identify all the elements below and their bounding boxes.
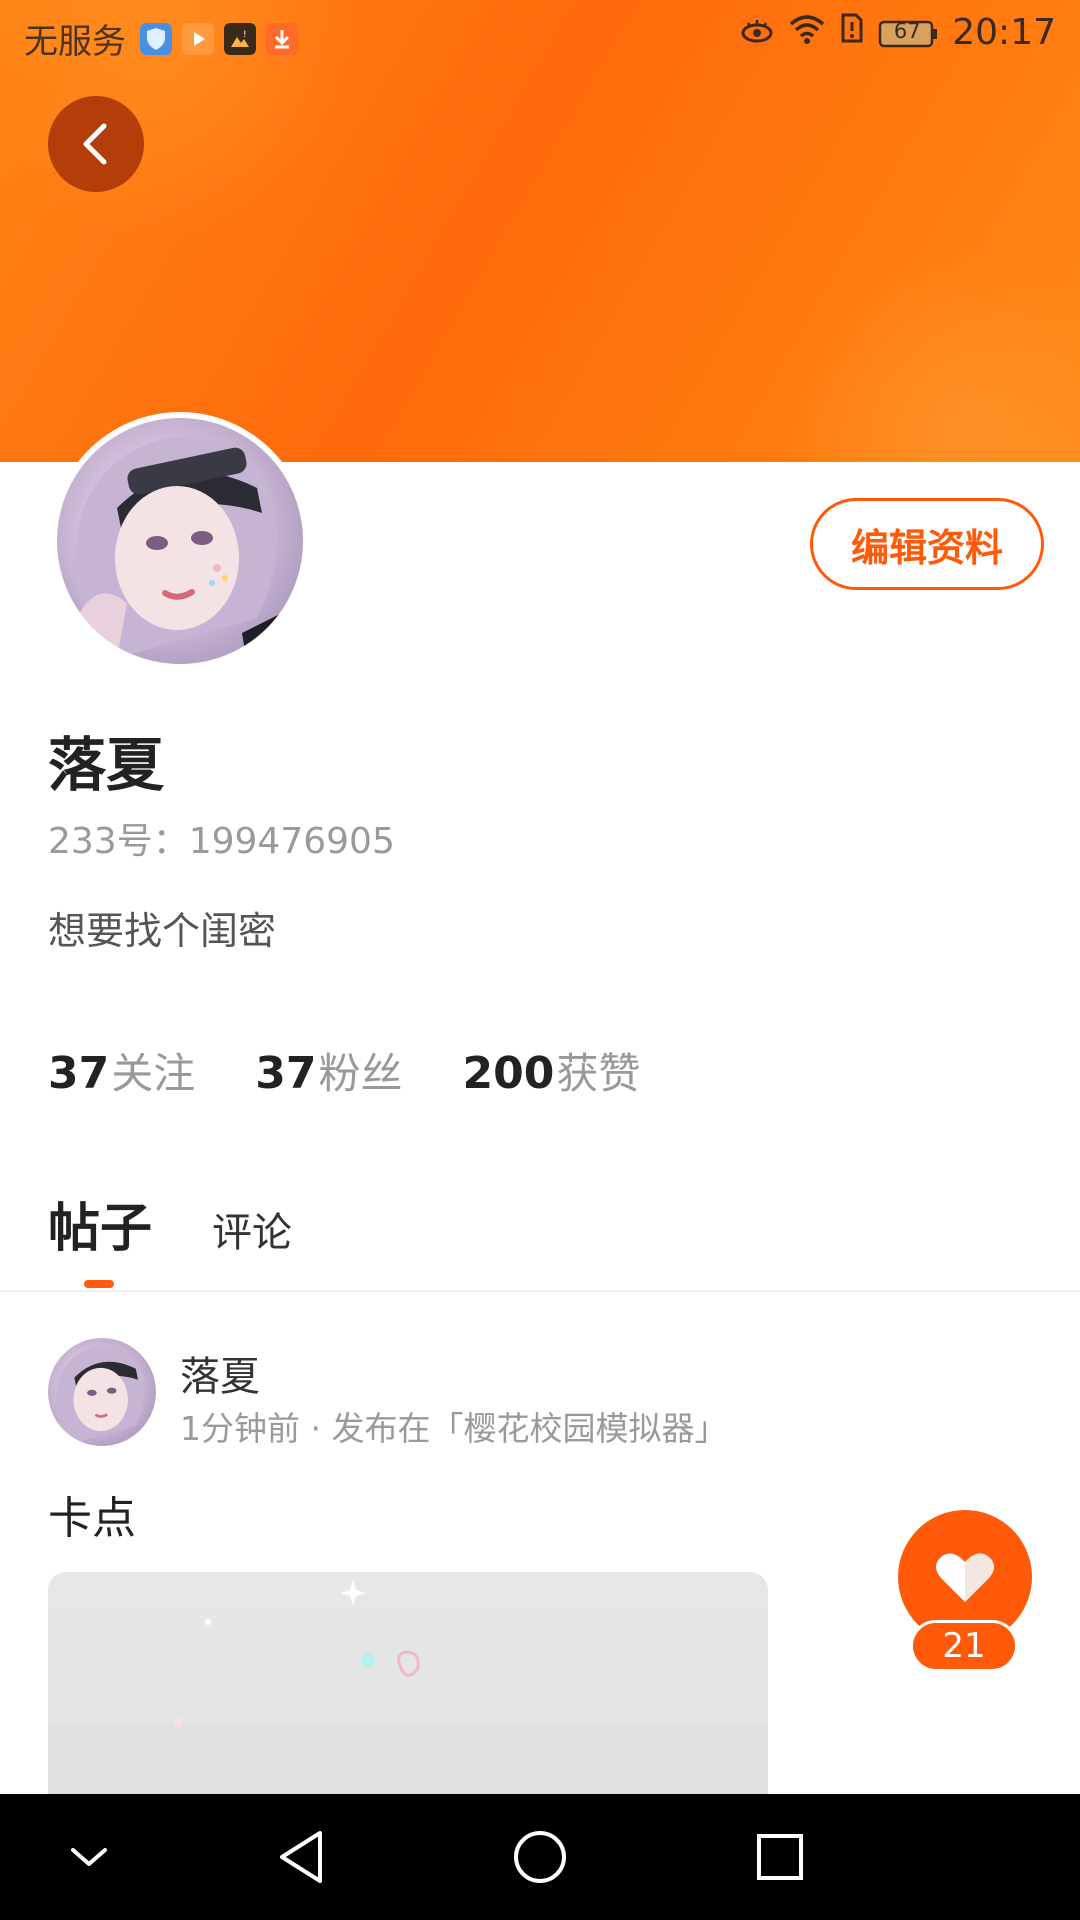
stat-following-count: 37 [48, 1048, 110, 1099]
triangle-back-icon [280, 1831, 322, 1883]
profile-screen: 无服务 ! 67 20:17 编辑资料 落夏 233号：199476905 想要… [0, 0, 1080, 1920]
square-recents-icon [757, 1834, 803, 1880]
stat-likes-count: 200 [462, 1048, 555, 1099]
chevron-down-icon [71, 1848, 107, 1866]
wifi-icon [788, 13, 826, 53]
profile-bio: 想要找个闺密 [48, 909, 277, 953]
battery-level: 67 [893, 18, 921, 43]
stat-followers[interactable]: 37 粉丝 [255, 1040, 402, 1101]
carrier-label: 无服务 [24, 22, 126, 62]
sim-alert-icon [840, 12, 864, 53]
chevron-left-icon [83, 123, 107, 165]
avatar-image [57, 418, 303, 664]
banner-decoration [780, 250, 1080, 462]
back-button[interactable] [48, 96, 144, 192]
security-app-icon [140, 22, 172, 55]
nav-back-button[interactable] [266, 1822, 336, 1892]
stat-following-label: 关注 [111, 1049, 196, 1098]
stat-followers-label: 粉丝 [318, 1049, 403, 1098]
post-author-avatar[interactable] [48, 1338, 156, 1446]
tab-posts[interactable]: 帖子 [48, 1186, 152, 1261]
stat-likes-label: 获赞 [556, 1049, 641, 1098]
nav-home-button[interactable] [505, 1822, 575, 1892]
status-bar: 无服务 ! 67 20:17 [0, 0, 1080, 72]
post-author-name[interactable]: 落夏 [180, 1344, 260, 1402]
divider [0, 1290, 1080, 1292]
profile-name: 落夏 [48, 731, 165, 799]
tab-indicator [84, 1280, 114, 1288]
tab-comments[interactable]: 评论 [212, 1200, 292, 1258]
profile-id: 233号：199476905 [48, 821, 395, 862]
like-count: 21 [910, 1620, 1018, 1672]
stat-likes[interactable]: 200 获赞 [463, 1040, 641, 1101]
gallery-alert-icon: ! [224, 22, 256, 55]
battery-icon: 67 [878, 18, 938, 48]
profile-tabs: 帖子 评论 [48, 1186, 292, 1261]
edit-profile-button[interactable]: 编辑资料 [810, 498, 1044, 590]
nav-collapse-button[interactable] [54, 1822, 124, 1892]
stat-following[interactable]: 37 关注 [48, 1040, 195, 1101]
download-icon [266, 22, 298, 55]
post-meta: 1分钟前 · 发布在「樱花校园模拟器」 [180, 1409, 728, 1448]
video-app-icon [182, 22, 214, 55]
profile-avatar[interactable] [51, 412, 309, 670]
heart-icon [936, 1553, 994, 1602]
eye-comfort-icon [740, 13, 774, 53]
post-text[interactable]: 卡点 [48, 1482, 136, 1546]
clock: 20:17 [952, 12, 1056, 53]
stat-followers-count: 37 [255, 1048, 317, 1099]
svg-text:!: ! [243, 30, 247, 40]
system-nav-bar [0, 1794, 1080, 1920]
profile-stats: 37 关注 37 粉丝 200 获赞 [48, 1040, 640, 1101]
nav-recents-button[interactable] [745, 1822, 815, 1892]
circle-home-icon [514, 1831, 566, 1883]
